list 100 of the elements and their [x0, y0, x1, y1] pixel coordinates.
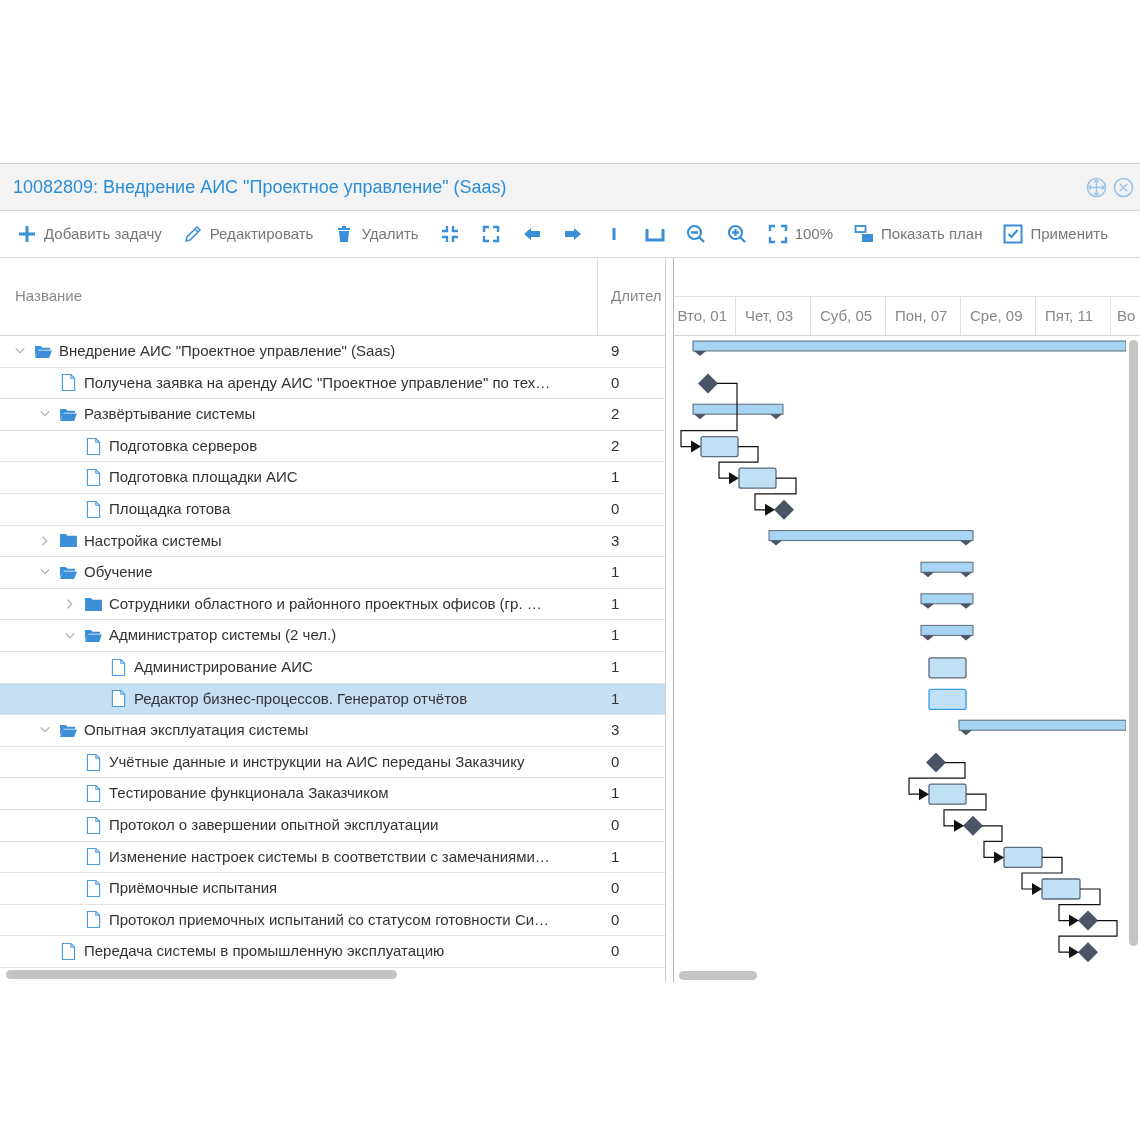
task-name: Учётные данные и инструкции на АИС переданы Заказчику	[109, 751, 525, 772]
document-icon	[86, 910, 101, 930]
task-name: Передача системы в промышленную эксплуатацию	[84, 941, 445, 962]
document-icon	[86, 436, 101, 456]
task-name: Настройка системы	[84, 530, 222, 551]
fullscreen-icon	[767, 224, 788, 244]
task-bar[interactable]	[738, 467, 777, 489]
date-label: Чет, 03	[745, 305, 794, 326]
zoom-out-icon[interactable]	[685, 224, 706, 244]
document-icon	[86, 784, 101, 804]
date-label: Пят, 11	[1045, 305, 1094, 326]
milestone-diamond[interactable]	[963, 815, 983, 836]
task-name: Приёмочные испытания	[109, 878, 278, 899]
document-icon	[86, 878, 101, 898]
task-bar[interactable]	[928, 657, 967, 679]
summary-bar[interactable]	[920, 593, 974, 609]
task-bar[interactable]	[1041, 878, 1081, 900]
duration-cell-text: 0	[611, 751, 620, 772]
task-row[interactable]: Редактор бизнес-процессов. Генератор отчётов 1	[0, 683, 665, 716]
summary-bar[interactable]	[958, 719, 1126, 736]
toolbar-button[interactable]: Удалить	[334, 222, 419, 246]
duration-cell-text: 1	[611, 688, 620, 709]
dependency-arrow	[908, 762, 966, 801]
folder-icon	[59, 533, 78, 549]
duration-cell-text: 2	[611, 404, 620, 425]
task-bar[interactable]	[1003, 846, 1043, 869]
checkbox-icon	[1003, 224, 1024, 244]
document-icon	[86, 815, 101, 835]
scrollbar-thumb[interactable]	[679, 970, 757, 980]
pencil-icon	[182, 224, 203, 244]
duration-cell-text: 1	[611, 625, 620, 646]
date-label: Суб, 05	[820, 305, 873, 326]
task-name: Площадка готова	[109, 499, 231, 519]
date-label: Вто, 01	[677, 305, 727, 326]
duration-cell-text: 0	[611, 941, 620, 962]
document-icon	[61, 942, 76, 962]
task-bar[interactable]	[928, 688, 967, 711]
duration-cell-text: 1	[611, 562, 620, 583]
toolbar-button[interactable]: Применить	[1003, 222, 1108, 246]
toolbar-button[interactable]: Показать план	[854, 222, 983, 246]
duration-cell-text: 3	[611, 720, 620, 741]
open-folder-icon	[59, 564, 78, 580]
document-icon	[111, 689, 126, 709]
date-label: Сре, 09	[970, 305, 1023, 326]
task-name: Протокол о завершении опытной эксплуатации	[109, 814, 439, 835]
date-label: Во	[1117, 305, 1136, 326]
duration-cell-text: 0	[611, 372, 620, 393]
plus-icon	[17, 224, 37, 244]
duration-cell-text: 1	[611, 467, 620, 488]
summary-bar[interactable]	[920, 624, 974, 641]
duration-cell-text: 1	[611, 846, 620, 867]
task-name: Протокол приемочных испытаний со статусом готовности Си…	[109, 909, 550, 930]
zoom-in-icon[interactable]	[726, 224, 747, 244]
duration-cell-text: 0	[611, 499, 620, 519]
document-icon	[86, 499, 101, 519]
summary-bar[interactable]	[692, 403, 784, 420]
task-name: Внедрение АИС "Проектное управление" (Saas)	[59, 341, 396, 362]
dependency-arrow	[754, 477, 797, 516]
summary-bar[interactable]	[920, 561, 974, 578]
duration-cell-text: 9	[611, 341, 620, 362]
task-name: Подготовка площадки АИС	[109, 467, 298, 488]
milestone-diamond[interactable]	[1078, 910, 1098, 931]
task-name: Получена заявка на аренду АИС "Проектное управление" по тех…	[84, 372, 551, 393]
toolbar-button[interactable]: Добавить задачу	[17, 222, 162, 246]
document-icon	[86, 847, 101, 867]
task-bar[interactable]	[928, 783, 967, 805]
open-folder-icon	[34, 343, 53, 359]
milestone-diamond[interactable]	[774, 499, 794, 520]
document-icon	[111, 657, 126, 677]
task-name: Развёртывание системы	[84, 404, 256, 425]
window-title: 10082809: Внедрение АИС "Проектное управление" (Saas)	[13, 175, 507, 199]
task-name: Изменение настроек системы в соответствии с замечаниями…	[109, 846, 550, 867]
expand-icon[interactable]	[480, 224, 501, 244]
scrollbar-thumb[interactable]	[6, 970, 397, 980]
milestone-diamond[interactable]	[698, 373, 718, 394]
toolbar-button[interactable]: 100%	[767, 222, 834, 246]
duration-cell-text: 2	[611, 435, 620, 456]
document-icon	[86, 752, 101, 772]
duration-cell-text: 1	[611, 783, 620, 804]
task-name: Редактор бизнес-процессов. Генератор отчётов	[134, 688, 468, 709]
two-rectangles-icon	[854, 224, 875, 244]
toolbar-button[interactable]: Редактировать	[182, 222, 314, 246]
duration-cell-text: 3	[611, 530, 620, 551]
task-name: Администратор системы (2 чел.)	[109, 625, 337, 646]
open-folder-icon	[59, 407, 78, 422]
dependency-arrow	[1058, 920, 1118, 959]
open-folder-icon	[59, 722, 78, 738]
milestone-diamond[interactable]	[926, 752, 946, 773]
document-icon	[61, 373, 76, 393]
summary-bar[interactable]	[768, 530, 974, 546]
task-name: Тестирование функционала Заказчиком	[109, 783, 389, 804]
scrollbar-thumb[interactable]	[1128, 340, 1138, 946]
task-name: Подготовка серверов	[109, 435, 258, 456]
milestone-diamond[interactable]	[1078, 942, 1098, 963]
compress-icon[interactable]	[439, 224, 460, 244]
task-name: Администрирование АИС	[134, 657, 313, 677]
open-folder-icon	[84, 628, 103, 644]
date-label: Пон, 07	[895, 305, 948, 326]
document-icon	[86, 468, 101, 488]
task-bar[interactable]	[700, 435, 739, 458]
